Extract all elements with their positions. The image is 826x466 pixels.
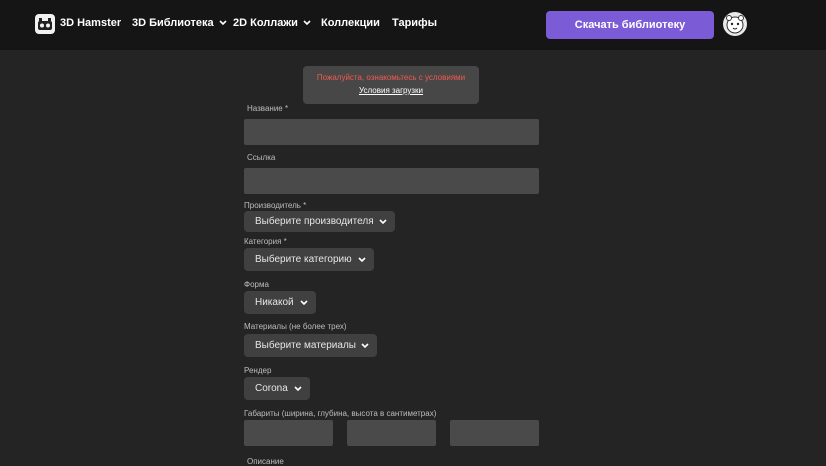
category-select[interactable]: Выберите категорию <box>244 248 374 271</box>
link-input[interactable] <box>244 168 539 194</box>
name-input[interactable] <box>244 119 539 145</box>
materials-select-value: Выберите материалы <box>255 340 356 351</box>
chevron-down-icon <box>294 385 302 391</box>
download-library-button[interactable]: Скачать библиотеку <box>546 11 714 39</box>
upload-terms-notice: Пожалуйста, ознакомьтесь с условиями Усл… <box>303 66 479 104</box>
shape-select[interactable]: Никакой <box>244 291 316 314</box>
width-input[interactable] <box>244 420 333 446</box>
nav-3d-library[interactable]: 3D Библиотека <box>132 17 227 29</box>
manufacturer-select[interactable]: Выберите производителя <box>244 211 395 232</box>
materials-select[interactable]: Выберите материалы <box>244 334 377 357</box>
category-select-value: Выберите категорию <box>255 254 352 265</box>
depth-input[interactable] <box>347 420 436 446</box>
render-select[interactable]: Corona <box>244 377 310 400</box>
chevron-down-icon <box>219 20 227 25</box>
description-label: Описание <box>247 457 284 466</box>
brand-name[interactable]: 3D Hamster <box>60 17 121 29</box>
name-label: Название * <box>247 104 289 113</box>
category-label: Категория * <box>244 237 287 246</box>
chevron-down-icon <box>300 299 308 305</box>
shape-label: Форма <box>244 280 269 289</box>
chevron-down-icon <box>303 20 311 25</box>
top-navigation-bar: 3D Hamster 3D Библиотека 2D Коллажи Колл… <box>0 0 826 50</box>
nav-2d-collages[interactable]: 2D Коллажи <box>233 17 311 29</box>
terms-warning-text: Пожалуйста, ознакомьтесь с условиями <box>316 73 466 82</box>
hamster-logo-icon[interactable] <box>35 14 55 34</box>
render-label: Рендер <box>244 366 272 375</box>
chevron-down-icon <box>379 218 387 224</box>
chevron-down-icon <box>361 342 369 348</box>
manufacturer-label: Производитель * <box>244 201 307 210</box>
nav-2d-collages-label: 2D Коллажи <box>233 17 298 29</box>
nav-collections[interactable]: Коллекции <box>321 17 380 29</box>
height-input[interactable] <box>450 420 539 446</box>
user-avatar-icon[interactable] <box>723 12 747 36</box>
nav-pricing[interactable]: Тарифы <box>392 17 437 29</box>
shape-select-value: Никакой <box>255 297 294 308</box>
chevron-down-icon <box>358 256 366 262</box>
render-select-value: Corona <box>255 383 288 394</box>
nav-3d-library-label: 3D Библиотека <box>132 17 214 29</box>
link-label: Ссылка <box>247 153 276 162</box>
materials-label: Материалы (не более трех) <box>244 322 347 331</box>
manufacturer-select-value: Выберите производителя <box>255 216 374 227</box>
upload-terms-link[interactable]: Условия загрузки <box>303 86 479 95</box>
dimensions-label: Габариты (ширина, глубина, высота в сант… <box>244 409 437 418</box>
